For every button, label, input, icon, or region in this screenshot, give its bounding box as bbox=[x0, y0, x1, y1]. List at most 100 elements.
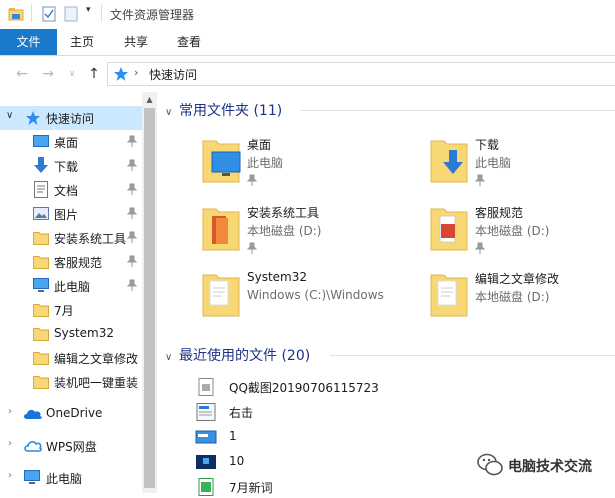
recent-file-name: 7月新词 bbox=[229, 481, 273, 495]
folder-name: 客服规范 bbox=[475, 206, 524, 220]
image-file-icon bbox=[198, 378, 214, 396]
recent-file[interactable]: 10 bbox=[195, 451, 495, 473]
title-bar: ▾ 文件资源管理器 bbox=[0, 0, 615, 29]
pin-icon bbox=[475, 174, 485, 186]
back-button[interactable]: ← bbox=[12, 64, 32, 84]
nav-scrollbar-thumb[interactable] bbox=[144, 108, 155, 488]
recent-file[interactable]: QQ截图20190706115723 bbox=[195, 376, 495, 398]
image-file-icon bbox=[196, 455, 216, 469]
navigation-bar: ← → ∨ ↑ › 快速访问 bbox=[0, 56, 615, 92]
picture-icon bbox=[33, 207, 49, 220]
nav-item-install-tools[interactable]: 安装系统工具 bbox=[0, 226, 142, 250]
nav-label: 桌面 bbox=[54, 136, 79, 150]
folder-icon bbox=[430, 274, 468, 317]
nav-wps[interactable]: › WPS网盘 bbox=[0, 434, 142, 458]
recent-file-name: 10 bbox=[229, 454, 245, 468]
scroll-up-icon[interactable]: ▲ bbox=[142, 92, 157, 107]
folder-location: 本地磁盘 (D:) bbox=[475, 290, 550, 304]
section-title: 最近使用的文件 (20) bbox=[179, 348, 311, 364]
customize-qa-icon[interactable]: ▾ bbox=[86, 5, 91, 15]
folder-location: 本地磁盘 (D:) bbox=[247, 224, 322, 238]
nav-label: 图片 bbox=[54, 208, 79, 222]
recent-file[interactable]: 1 bbox=[195, 426, 495, 448]
nav-label: OneDrive bbox=[46, 406, 103, 420]
nav-label: 编辑之文章修改 bbox=[54, 352, 139, 366]
chevron-down-icon[interactable]: ∨ bbox=[165, 352, 179, 363]
folder-app-icon bbox=[8, 8, 24, 21]
folder-name: 桌面 bbox=[247, 138, 272, 152]
recent-file-name: 1 bbox=[229, 429, 237, 443]
folder-location: 本地磁盘 (D:) bbox=[475, 224, 550, 238]
folder-name: System32 bbox=[247, 270, 308, 284]
ribbon-tabs: 文件 主页 共享 查看 bbox=[0, 29, 615, 56]
download-arrow-icon bbox=[34, 157, 48, 173]
chevron-down-icon[interactable]: ∨ bbox=[6, 110, 13, 121]
tab-home[interactable]: 主页 bbox=[57, 29, 107, 55]
nav-item-this-pc-pinned[interactable]: 此电脑 bbox=[0, 274, 142, 298]
tab-share[interactable]: 共享 bbox=[111, 29, 161, 55]
recent-locations-button[interactable]: ∨ bbox=[62, 64, 82, 84]
nav-item-reinstall[interactable]: 装机吧一键重装 bbox=[0, 370, 142, 394]
pin-icon bbox=[127, 255, 137, 267]
computer-icon bbox=[33, 278, 49, 292]
pin-icon bbox=[127, 279, 137, 291]
pin-icon bbox=[127, 159, 137, 171]
desktop-icon bbox=[33, 135, 49, 147]
folder-tile-downloads[interactable]: 下载 此电脑 bbox=[428, 136, 615, 196]
chevron-right-icon[interactable]: › bbox=[8, 406, 12, 417]
chevron-right-icon[interactable]: › bbox=[8, 438, 12, 449]
nav-item-july[interactable]: 7月 bbox=[0, 298, 142, 322]
chevron-down-icon[interactable]: ∨ bbox=[165, 107, 179, 118]
image-file-icon bbox=[195, 430, 217, 444]
pin-icon bbox=[247, 242, 257, 254]
nav-item-downloads[interactable]: 下载 bbox=[0, 154, 142, 178]
nav-label: WPS网盘 bbox=[46, 440, 97, 454]
section-divider bbox=[300, 110, 615, 111]
folder-icon bbox=[33, 304, 49, 317]
recent-files-header[interactable]: ∨ 最近使用的文件 (20) bbox=[165, 345, 310, 365]
tab-view[interactable]: 查看 bbox=[164, 29, 214, 55]
nav-item-service-rules[interactable]: 客服规范 bbox=[0, 250, 142, 274]
pin-icon bbox=[127, 183, 137, 195]
watermark-text: 电脑技术交流 bbox=[508, 459, 592, 475]
frequent-folders-header[interactable]: ∨ 常用文件夹 (11) bbox=[165, 100, 282, 120]
nav-onedrive[interactable]: › OneDrive bbox=[0, 402, 142, 426]
folder-location: 此电脑 bbox=[247, 156, 284, 170]
nav-item-edit-articles[interactable]: 编辑之文章修改 bbox=[0, 346, 142, 370]
new-folder-icon[interactable] bbox=[63, 6, 79, 22]
address-path: 快速访问 bbox=[149, 68, 198, 82]
nav-item-system32[interactable]: System32 bbox=[0, 322, 142, 346]
tab-file[interactable]: 文件 bbox=[0, 29, 57, 55]
nav-this-pc[interactable]: › 此电脑 bbox=[0, 466, 142, 490]
recent-file[interactable]: 右击 bbox=[195, 401, 495, 423]
pin-icon bbox=[127, 135, 137, 147]
computer-icon bbox=[24, 470, 40, 484]
properties-icon[interactable] bbox=[41, 6, 57, 22]
folder-tile-system32[interactable]: System32 Windows (C:)\Windows bbox=[200, 270, 410, 330]
nav-label: 下载 bbox=[54, 160, 79, 174]
address-bar[interactable]: › 快速访问 bbox=[107, 62, 615, 86]
breadcrumb-separator-icon: › bbox=[134, 66, 139, 79]
up-button[interactable]: ↑ bbox=[84, 64, 104, 84]
nav-item-pictures[interactable]: 图片 bbox=[0, 202, 142, 226]
nav-quick-access[interactable]: ∨ 快速访问 bbox=[0, 106, 142, 130]
image-file-icon bbox=[196, 403, 216, 421]
folder-icon bbox=[202, 208, 240, 251]
nav-item-desktop[interactable]: 桌面 bbox=[0, 130, 142, 154]
folder-tile-service-rules[interactable]: 客服规范 本地磁盘 (D:) bbox=[428, 204, 615, 264]
star-icon bbox=[26, 111, 40, 125]
forward-button[interactable]: → bbox=[38, 64, 58, 84]
folder-tile-install-tools[interactable]: 安装系统工具 本地磁盘 (D:) bbox=[200, 204, 410, 264]
nav-label: 文档 bbox=[54, 184, 79, 198]
folder-tile-desktop[interactable]: 桌面 此电脑 bbox=[200, 136, 410, 196]
nav-item-documents[interactable]: 文档 bbox=[0, 178, 142, 202]
pin-icon bbox=[127, 207, 137, 219]
wechat-icon bbox=[477, 453, 503, 476]
folder-icon bbox=[430, 208, 468, 251]
recent-file[interactable]: 7月新词 bbox=[195, 476, 495, 498]
folder-tile-edit-articles[interactable]: 编辑之文章修改 本地磁盘 (D:) bbox=[428, 270, 615, 330]
folder-icon bbox=[33, 256, 49, 269]
chevron-right-icon[interactable]: › bbox=[8, 470, 12, 481]
folder-location: 此电脑 bbox=[475, 156, 512, 170]
folder-icon bbox=[33, 352, 49, 365]
